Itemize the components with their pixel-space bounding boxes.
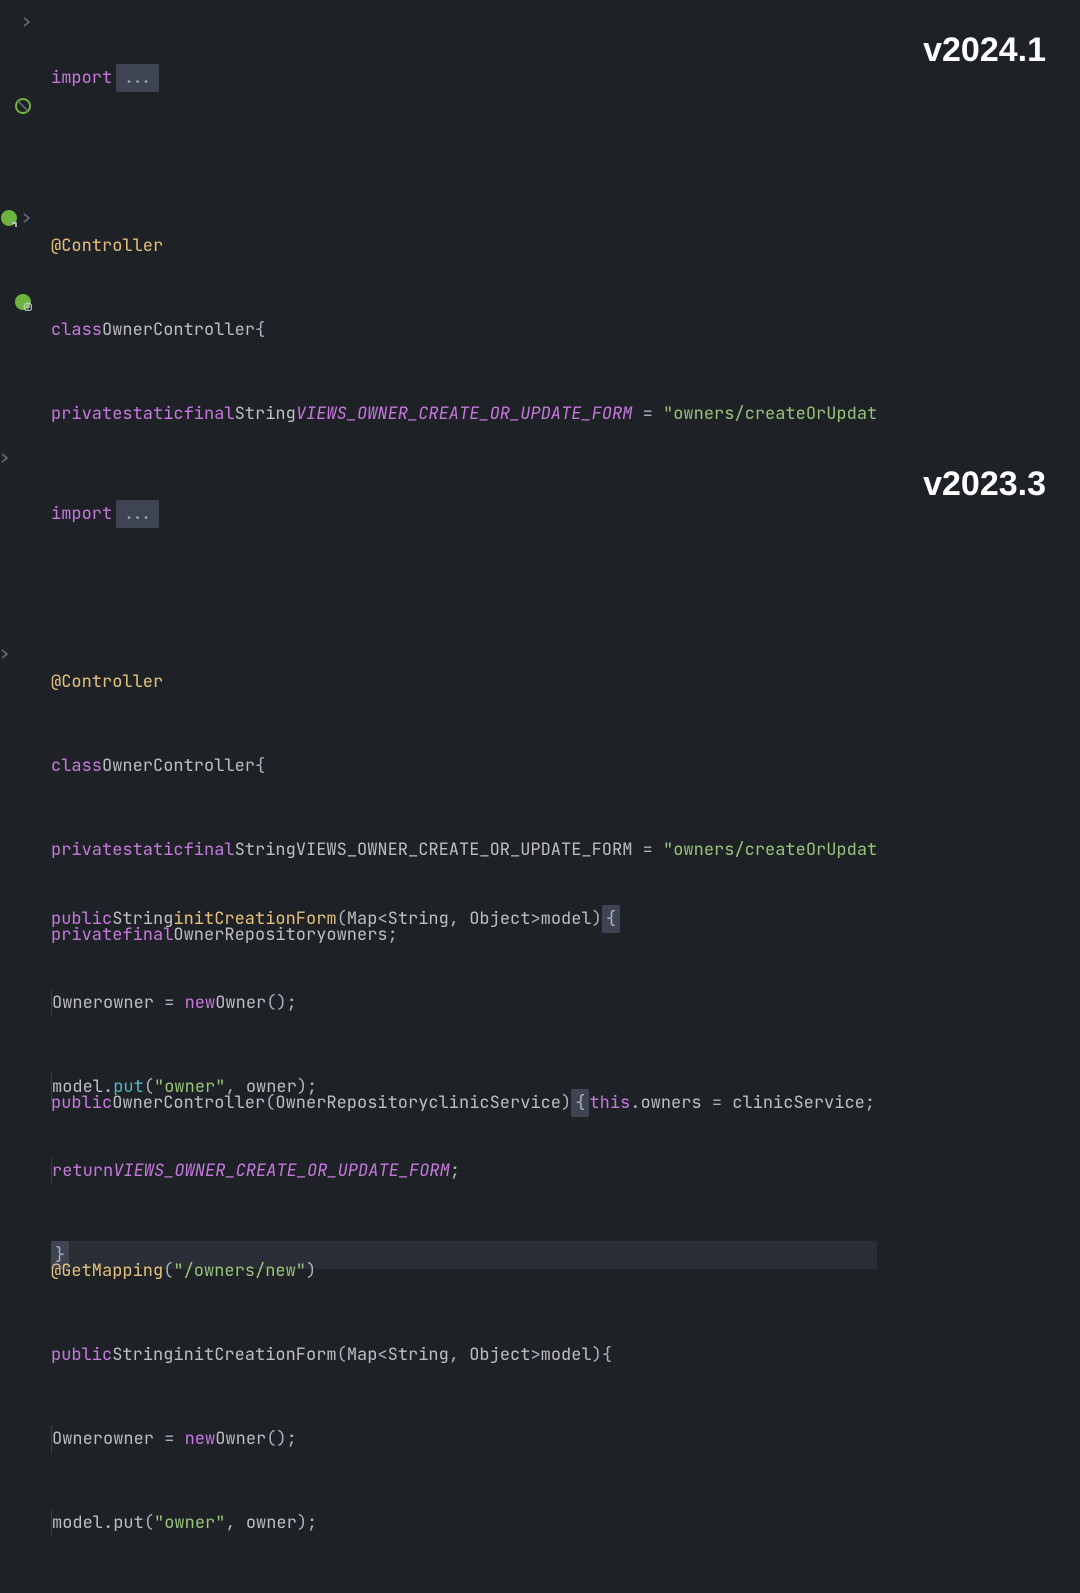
paren-open: ( [144,1509,154,1537]
keyword-final: final [184,400,235,428]
folded-imports[interactable]: ... [116,64,159,92]
fold-chevron-icon[interactable] [22,17,32,27]
editor-panel-v2023-3: v2023.3 import ... @Con [0,436,1080,864]
type-string: String [388,1341,449,1369]
paren-close: ) [561,1089,571,1117]
string-owner: "owner" [154,1509,225,1537]
constant-name: VIEWS_OWNER_CREATE_OR_UPDATE_FORM [296,836,633,864]
brace-open: { [255,316,265,344]
keyword-final: final [122,921,173,949]
paren-pair: () [266,1425,286,1453]
paren-open: ( [163,1257,173,1285]
op-equals: = [632,836,663,864]
type-owner: Owner [215,1425,266,1453]
class-name: OwnerController [102,316,255,344]
string-literal: "owners/createOrUpdat [663,400,877,428]
class-name: OwnerController [102,752,255,780]
var-owner: owner [103,1425,154,1453]
fold-chevron-icon[interactable] [0,649,10,659]
param-name: clinicService [732,1089,865,1117]
code-bottom[interactable]: import ... @Controller class OwnerContro… [51,436,877,1593]
paren-close: ) [297,1509,307,1537]
keyword-this: this [589,1089,630,1117]
field-owners: owners [640,1089,701,1117]
method-decl-name: initCreationForm [173,1341,336,1369]
constructor-name: OwnerController [112,1089,265,1117]
type-string: String [235,400,296,428]
op-equals: = [702,1089,733,1117]
string-mapping-path: "/owners/new" [173,1257,306,1285]
keyword-class: class [51,316,102,344]
keyword-private: private [51,836,122,864]
constant-name: VIEWS_OWNER_CREATE_OR_UPDATE_FORM [296,400,633,428]
keyword-private: private [51,921,122,949]
angle-close: > [530,1341,540,1369]
spring-leaf-globe-icon[interactable] [14,293,32,311]
keyword-static: static [122,400,183,428]
spring-leaf-slash-icon[interactable] [14,97,32,115]
type-string: String [112,1341,173,1369]
dot: . [103,1509,113,1537]
keyword-new: new [185,1425,216,1453]
string-literal: "owners/createOrUpdat [663,836,877,864]
brace-open: { [255,752,265,780]
version-badge-bottom: v2023.3 [923,456,1046,512]
op-equals: = [154,1425,185,1453]
spring-leaf-arrow-icon[interactable] [0,209,18,227]
version-badge-top: v2024.1 [923,22,1046,78]
type-map: Map [347,1341,378,1369]
keyword-final: final [184,836,235,864]
keyword-private: private [51,400,122,428]
type-string: String [235,836,296,864]
keyword-public: public [51,1341,112,1369]
brace-open: { [602,1341,612,1369]
fold-chevron-icon[interactable] [0,453,10,463]
keyword-class: class [51,752,102,780]
type-owner-repo: OwnerRepository [173,921,326,949]
semicolon: ; [865,1089,875,1117]
keyword-static: static [122,836,183,864]
editor-panel-v2024-1: v2024.1 [0,0,1080,436]
field-owners: owners [326,921,387,949]
annotation-controller: @Controller [51,668,163,696]
paren-open: ( [265,1089,275,1117]
semicolon: ; [287,1425,297,1453]
annotation-getmapping: @GetMapping [51,1257,163,1285]
annotation-controller: @Controller [51,232,163,260]
op-equals: = [632,400,663,428]
paren-close: ) [592,1341,602,1369]
param-model: model [541,1341,592,1369]
semicolon: ; [307,1509,317,1537]
method-call-put: put [113,1509,144,1537]
semicolon: ; [388,921,398,949]
paren-open: ( [337,1341,347,1369]
param-type: OwnerRepository [275,1089,428,1117]
folded-imports[interactable]: ... [116,500,159,528]
keyword-import: import [51,500,112,528]
keyword-public: public [51,1089,112,1117]
fold-chevron-icon[interactable] [22,213,32,223]
dot: . [630,1089,640,1117]
var-model: model [52,1509,103,1537]
var-owner: owner [246,1509,297,1537]
brace-fold-open[interactable]: { [571,1089,589,1117]
paren-close: ) [306,1257,316,1285]
type-object: Object [469,1341,530,1369]
keyword-import: import [51,64,112,92]
angle-open: < [377,1341,387,1369]
gutter-bottom [0,436,51,1593]
param-name: clinicService [428,1089,561,1117]
comma: , [225,1509,245,1537]
comma: , [449,1341,469,1369]
type-owner: Owner [52,1425,103,1453]
